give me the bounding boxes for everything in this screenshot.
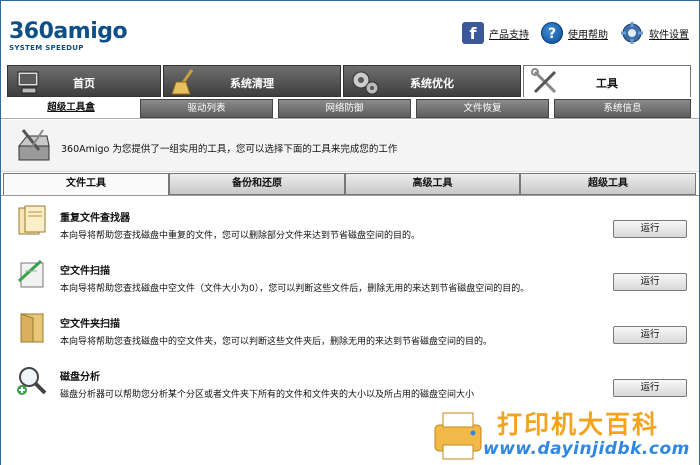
tab-system-optimize[interactable]: 系统优化 [343, 65, 521, 97]
product-support-label[interactable]: 产品支持 [489, 26, 529, 41]
tool-title: 重复文件查找器 [60, 213, 130, 224]
header-links: f 产品支持 ? 使用帮助 软件设置 [450, 21, 689, 45]
tool-description: 本向导将帮助您查找磁盘中重复的文件，您可以删除部分文件来达到节省磁盘空间的目的。 [60, 231, 421, 241]
run-button[interactable]: 运行 [613, 220, 687, 238]
tool-description: 本向导将帮助您查找磁盘中空文件（文件大小为0），您可以判断这些文件后，删除无用的… [60, 284, 530, 294]
empty-file-icon [17, 259, 44, 288]
help-icon[interactable]: ? [541, 22, 563, 44]
settings-link[interactable]: 软件设置 [620, 21, 689, 45]
subtab-network-defense[interactable]: 网络防御 [278, 99, 411, 118]
sub-tab-bar: 超级工具盒 驱动列表 网络防御 文件恢复 系统信息 [1, 97, 699, 119]
tool-title: 磁盘分析 [60, 372, 100, 383]
list-item: 空文件扫描 本向导将帮助您查找磁盘中空文件（文件大小为0），您可以判断这些文件后… [1, 251, 699, 304]
tool-description: 本向导将帮助您查找磁盘中的空文件夹，您可以判断这些文件夹后，删除无用的来达到节省… [60, 337, 493, 347]
disk-analysis-icon [17, 367, 47, 395]
run-button[interactable]: 运行 [613, 326, 687, 344]
facebook-icon[interactable]: f [462, 22, 484, 44]
intro-panel: 360Amigo 为您提供了一组实用的工具，您可以选择下面的工具来完成您的工作 [1, 120, 699, 172]
tab-home[interactable]: 首页 [7, 65, 161, 97]
run-button[interactable]: 运行 [613, 273, 687, 291]
list-item: 空文件夹扫描 本向导将帮助您查找磁盘中的空文件夹，您可以判断这些文件夹后，删除无… [1, 304, 699, 357]
tool-tab-bar: 文件工具 备份和还原 高级工具 超级工具 [1, 173, 699, 195]
tooltab-advanced-tools[interactable]: 高级工具 [345, 173, 520, 195]
tooltab-backup-restore[interactable]: 备份和还原 [169, 173, 345, 195]
gear-icon[interactable] [620, 21, 644, 45]
watermark-url: www.dayinjidbk.com [483, 439, 690, 459]
printer-icon [434, 412, 482, 460]
tab-system-optimize-label: 系统优化 [410, 77, 454, 90]
duplicate-files-icon [18, 205, 46, 235]
app-logo: 360amigo SYSTEM SPEEDUP [9, 19, 128, 53]
intro-text: 360Amigo 为您提供了一组实用的工具，您可以选择下面的工具来完成您的工作 [61, 144, 398, 155]
help-label[interactable]: 使用帮助 [568, 26, 608, 41]
tab-system-clean[interactable]: 系统清理 [163, 65, 341, 97]
app-window: 360amigo SYSTEM SPEEDUP f 产品支持 ? 使用帮助 软件… [0, 0, 700, 465]
subtab-driver-list[interactable]: 驱动列表 [140, 99, 273, 118]
empty-folder-icon [20, 313, 44, 343]
subtab-file-recovery[interactable]: 文件恢复 [416, 99, 549, 118]
header: 360amigo SYSTEM SPEEDUP f 产品支持 ? 使用帮助 软件… [1, 1, 699, 65]
main-tab-bar: 首页 系统清理 系统优化 工具 [1, 65, 699, 97]
tab-tools-label: 工具 [596, 77, 618, 90]
settings-label[interactable]: 软件设置 [649, 26, 689, 41]
run-button[interactable]: 运行 [613, 379, 687, 397]
logo-text: 360amigo [9, 19, 128, 44]
subtab-system-info[interactable]: 系统信息 [554, 99, 691, 118]
tool-title: 空文件夹扫描 [60, 319, 120, 330]
toolbox-icon [17, 129, 50, 161]
watermark: 打印机大百科 www.dayinjidbk.com [425, 399, 700, 465]
tab-home-label: 首页 [73, 77, 95, 90]
tab-system-clean-label: 系统清理 [230, 77, 274, 90]
product-support-link[interactable]: f 产品支持 [462, 22, 529, 44]
logo-subtitle: SYSTEM SPEEDUP [9, 44, 84, 52]
tooltab-file-tools[interactable]: 文件工具 [3, 173, 169, 195]
tool-title: 空文件扫描 [60, 266, 110, 277]
tab-tools[interactable]: 工具 [523, 65, 691, 97]
subtab-super-toolbox[interactable]: 超级工具盒 [7, 99, 135, 118]
tool-description: 磁盘分析器可以帮助您分析某个分区或者文件夹下所有的文件和文件夹的大小以及所占用的… [60, 390, 475, 400]
help-link[interactable]: ? 使用帮助 [541, 22, 608, 44]
tooltab-super-tools[interactable]: 超级工具 [520, 173, 696, 195]
watermark-title: 打印机大百科 [497, 410, 660, 439]
list-item: 重复文件查找器 本向导将帮助您查找磁盘中重复的文件，您可以删除部分文件来达到节省… [1, 198, 699, 251]
